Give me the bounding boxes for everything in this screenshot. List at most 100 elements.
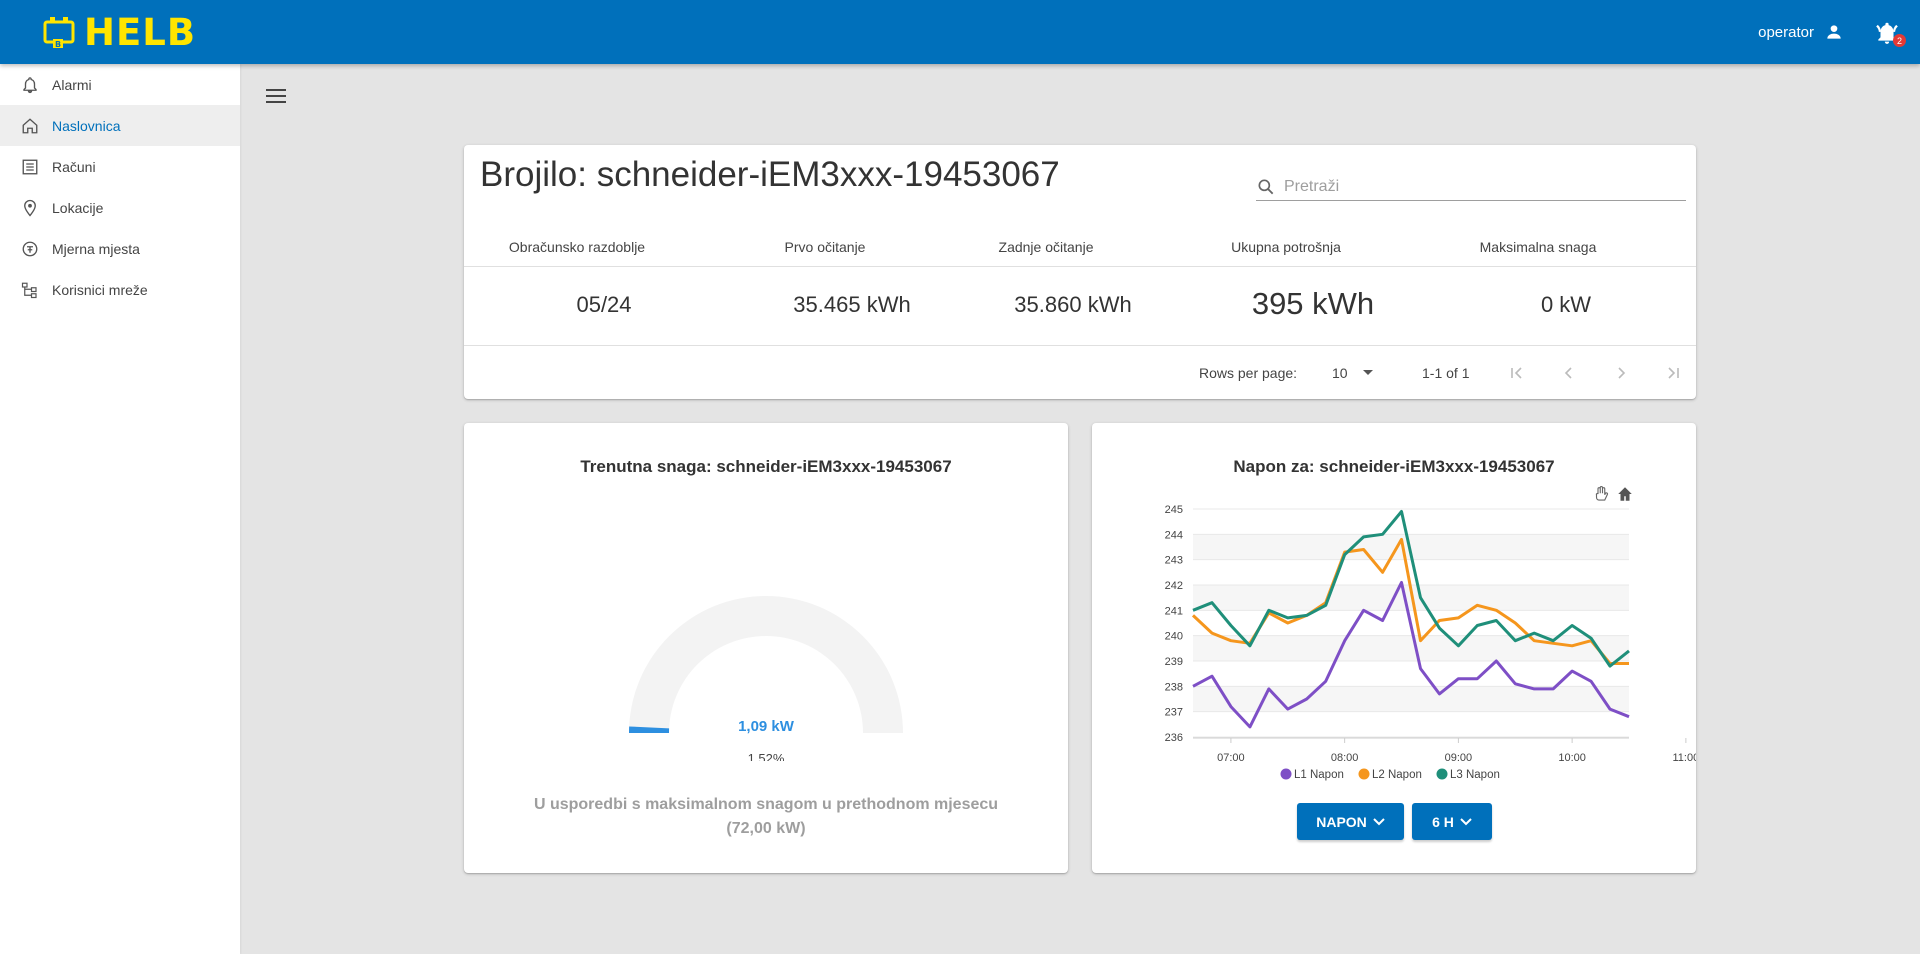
hamburger-icon [266, 89, 286, 103]
sidebar-item-label: Alarmi [52, 76, 92, 93]
grid-band [1193, 635, 1629, 661]
last-page-button[interactable] [1662, 362, 1684, 384]
x-tick-label: 11:00 [1673, 752, 1696, 764]
user-menu[interactable]: operator [1758, 22, 1844, 42]
table-row[interactable]: 05/24 35.465 kWh 35.860 kWh 395 kWh 0 kW [464, 268, 1696, 346]
table-header: Obračunsko razdoblje Prvo očitanje Zadnj… [464, 223, 1696, 267]
gauge-track [629, 596, 903, 733]
meter-summary-card: Brojilo: schneider-iEM3xxx-19453067 Obra… [464, 145, 1696, 399]
column-header: Ukupna potrošnja [1231, 239, 1341, 255]
meter-logo-icon: B [43, 17, 75, 49]
chevron-right-icon [1618, 367, 1626, 379]
column-header: Maksimalna snaga [1479, 239, 1597, 255]
username: operator [1758, 23, 1814, 41]
search-icon [1258, 179, 1274, 194]
sidebar-item-korisnici-mreze[interactable]: Korisnici mreže [0, 269, 240, 310]
table-cell: 0 kW [1540, 292, 1592, 317]
gauge-note: U usporedbi s maksimalnom snagom u preth… [533, 796, 999, 837]
hand-pan-icon [1595, 485, 1609, 501]
home-icon [20, 116, 40, 136]
x-tick-label: 07:00 [1217, 752, 1245, 764]
current-power-card: Trenutna snaga: schneider-iEM3xxx-194530… [464, 423, 1068, 873]
chevron-down-icon [1460, 817, 1472, 826]
location-pin-icon [20, 198, 40, 218]
voltage-line-chart: 236 237 238 239 240 241 242 243 244 245 07:00 08:00… [1165, 504, 1696, 781]
sidebar-item-mjerna-mjesta[interactable]: Mjerna mjesta [0, 228, 240, 269]
notifications-button[interactable]: 2 [1874, 20, 1906, 51]
first-page-icon [1511, 367, 1522, 379]
y-tick-label: 240 [1165, 631, 1183, 643]
y-tick-label: 245 [1165, 504, 1183, 516]
brand-logo[interactable]: B HELB [42, 11, 196, 54]
time-range-button[interactable]: 6 H [1412, 803, 1492, 840]
x-tick-label: 10:00 [1558, 752, 1586, 764]
table-pagination: Rows per page: 10 1-1 of 1 [464, 347, 1696, 399]
legend-label: L2 Napon [1372, 769, 1422, 781]
home-icon [1618, 487, 1632, 501]
column-header: Zadnje očitanje [998, 239, 1094, 255]
sidebar-item-label: Korisnici mreže [52, 281, 148, 298]
notification-count-badge: 2 [1893, 34, 1906, 47]
sidebar-item-label: Mjerna mjesta [52, 240, 140, 257]
bell-icon [20, 75, 40, 95]
meter-icon [20, 239, 40, 259]
dropdown-arrow-icon [1363, 370, 1373, 375]
reset-zoom-button[interactable] [1616, 485, 1634, 503]
y-tick-label: 244 [1165, 529, 1183, 541]
y-tick-label: 241 [1165, 605, 1183, 617]
chevron-down-icon [1373, 817, 1385, 826]
rows-per-page-select[interactable]: 10 [1332, 365, 1374, 381]
search-input[interactable] [1284, 177, 1664, 196]
column-header: Prvo očitanje [784, 239, 866, 255]
sidebar: Alarmi Naslovnica Računi Lokacije Mjerna… [0, 64, 240, 954]
network-icon [20, 280, 40, 300]
y-tick-label: 239 [1165, 656, 1183, 668]
y-tick-label: 243 [1165, 555, 1183, 567]
sidebar-item-racuni[interactable]: Računi [0, 146, 240, 187]
legend-label: L3 Napon [1450, 769, 1500, 781]
next-page-button[interactable] [1610, 362, 1632, 384]
brand-name: HELB [84, 10, 197, 54]
x-tick-label: 09:00 [1445, 752, 1473, 764]
pan-tool-button[interactable] [1592, 485, 1610, 503]
sidebar-item-lokacije[interactable]: Lokacije [0, 187, 240, 228]
legend-marker [1280, 768, 1292, 780]
list-icon [20, 157, 40, 177]
table-cell: 35.465 kWh [793, 292, 911, 317]
legend-marker [1436, 768, 1448, 780]
table-cell: 395 kWh [1251, 286, 1375, 321]
top-app-bar: B HELB operator 2 [0, 0, 1920, 64]
sidebar-item-label: Naslovnica [52, 117, 121, 134]
measurement-type-button[interactable]: NAPON [1297, 803, 1404, 840]
legend-label: L1 Napon [1294, 769, 1344, 781]
table-cell: 05/24 [576, 292, 632, 317]
pagination-range: 1-1 of 1 [1422, 365, 1470, 381]
column-header: Obračunsko razdoblje [508, 239, 646, 255]
x-tick-label: 08:00 [1331, 752, 1359, 764]
page-title: Brojilo: schneider-iEM3xxx-19453067 [480, 155, 1060, 194]
time-range-label: 6 H [1432, 813, 1454, 830]
voltage-chart-card: Napon za: schneider-iEM3xxx-19453067 236… [1092, 423, 1696, 873]
previous-page-button[interactable] [1558, 362, 1580, 384]
search-field[interactable] [1256, 173, 1686, 201]
y-tick-label: 236 [1165, 732, 1183, 744]
sidebar-item-label: Računi [52, 158, 96, 175]
account-icon [1824, 22, 1844, 42]
chevron-left-icon [1564, 367, 1572, 379]
gauge-percent: 1,52% [747, 751, 785, 761]
gauge-value: 1,09 kW [738, 718, 794, 735]
y-tick-label: 237 [1165, 707, 1183, 719]
sidebar-item-label: Lokacije [52, 199, 104, 216]
legend-marker [1358, 768, 1370, 780]
sidebar-item-alarmi[interactable]: Alarmi [0, 64, 240, 105]
sidebar-item-naslovnica[interactable]: Naslovnica [0, 105, 240, 146]
svg-text:B: B [55, 40, 61, 49]
y-tick-label: 238 [1165, 681, 1183, 693]
first-page-button[interactable] [1506, 362, 1528, 384]
menu-toggle-button[interactable] [266, 88, 286, 104]
last-page-icon [1668, 367, 1679, 379]
table-cell: 35.860 kWh [1014, 292, 1132, 317]
measurement-type-label: NAPON [1316, 813, 1367, 830]
rows-per-page-label: Rows per page: [1199, 365, 1298, 381]
rows-per-page-value: 10 [1332, 365, 1348, 381]
